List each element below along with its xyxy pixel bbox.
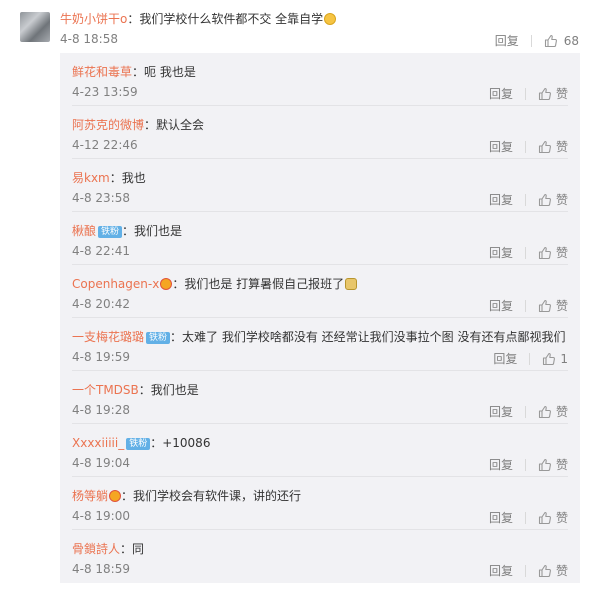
reply-time: 4-8 19:04 [72,456,130,470]
reply-button[interactable]: 回复 [489,297,513,314]
reply-time: 4-8 22:41 [72,244,130,258]
reply-row: 骨鎖詩人：同 4-8 18:59 回复 赞 [60,530,580,583]
reply-user[interactable]: Copenhagen-x [72,277,159,291]
reply-user[interactable]: 一个TMDSB [72,383,139,397]
divider [524,405,526,418]
like-count[interactable]: 68 [564,34,579,48]
divider [524,564,526,577]
reply-row: 鲜花和毒草：呃 我也是 4-23 13:59 回复 赞 [60,53,580,106]
like-button[interactable]: 赞 [556,562,568,579]
reply-row: 杨等躺 ：我们学校会有软件课，讲的还行 4-8 19:00 回复 赞 [60,477,580,530]
fan-badge[interactable]: 铁粉 [98,226,123,238]
reply-row: 阿苏克的微博：默认全会 4-12 22:46 回复 赞 [60,106,580,159]
like-button[interactable]: 赞 [556,138,568,155]
like-button[interactable]: 赞 [556,85,568,102]
reply-user[interactable]: 鲜花和毒草 [72,65,132,79]
divider [524,458,526,471]
avatar[interactable] [20,12,50,42]
reply-button[interactable]: 回复 [489,191,513,208]
thumbs-up-icon[interactable] [538,87,552,101]
member-emoji-icon [160,278,173,290]
reply-time: 4-12 22:46 [72,138,138,152]
reply-button[interactable]: 回复 [489,244,513,261]
reply-text: ：同 [120,542,145,556]
reply-row: Copenhagen-x ：我们也是 打算暑假自己报班了 4-8 20:42 回复… [60,265,580,318]
reply-text: ：+10086 [150,436,211,450]
person-emoji-icon [345,278,358,290]
reply-text: ：我们学校会有软件课，讲的还行 [121,489,302,503]
reply-time: 4-8 19:59 [72,350,130,364]
divider [530,34,532,47]
top-comment-body: 牛奶小饼干o：我们学校什么软件都不交 全靠自学 [60,10,337,27]
reply-time: 4-8 20:42 [72,297,130,311]
reply-time: 4-23 13:59 [72,85,138,99]
reply-time: 4-8 19:28 [72,403,130,417]
top-comment-actions: 回复 68 [495,32,579,49]
reply-time: 4-8 19:00 [72,509,130,523]
like-button[interactable]: 赞 [556,244,568,261]
reply-user[interactable]: 阿苏克的微博 [72,118,144,132]
reply-button[interactable]: 回复 [489,562,513,579]
reply-text: ：太难了 我们学校啥都没有 还经常让我们没事拉个图 没有还有点鄙视我们 [170,330,566,344]
divider [524,299,526,312]
reply-button[interactable]: 回复 [489,509,513,526]
thumbs-up-icon[interactable] [538,299,552,313]
member-emoji-icon [109,490,122,502]
top-comment-user[interactable]: 牛奶小饼干o [60,12,127,26]
thumbs-up-icon[interactable] [538,193,552,207]
reply-text: ：我们也是 [138,383,199,397]
like-button[interactable]: 赞 [556,297,568,314]
thumbs-up-icon[interactable] [538,564,552,578]
reply-user[interactable]: 楸酿 [72,224,96,238]
reply-user[interactable]: Xxxxiiiii_ [72,436,124,450]
smile-emoji-icon [324,13,337,25]
thumbs-up-icon[interactable] [538,140,552,154]
like-button[interactable]: 赞 [556,191,568,208]
reply-user[interactable]: 骨鎖詩人 [72,542,120,556]
reply-button[interactable]: 回复 [489,85,513,102]
thumbs-up-icon[interactable] [538,405,552,419]
like-button[interactable]: 赞 [556,509,568,526]
divider [524,246,526,259]
reply-row: 一个TMDSB：我们也是 4-8 19:28 回复 赞 [60,371,580,424]
reply-text: ：呃 我也是 [132,65,196,79]
divider [524,140,526,153]
divider [524,193,526,206]
reply-text: ：默认全会 [144,118,205,132]
reply-time: 4-8 23:58 [72,191,130,205]
reply-row: Xxxxiiiii_ 铁粉 ：+10086 4-8 19:04 回复 赞 [60,424,580,477]
reply-text: ：我们也是 [122,224,183,238]
thumbs-up-icon[interactable] [542,352,556,366]
thumbs-up-icon[interactable] [538,511,552,525]
divider [524,87,526,100]
replies-panel: 鲜花和毒草：呃 我也是 4-23 13:59 回复赞 阿苏克的微博：默认全会 4… [60,53,580,583]
reply-button[interactable]: 回复 [489,456,513,473]
like-button[interactable]: 赞 [556,403,568,420]
divider [524,511,526,524]
thumbs-up-icon[interactable] [544,34,558,48]
reply-row: 楸酿 铁粉 ：我们也是 4-8 22:41 回复 赞 [60,212,580,265]
like-count[interactable]: 1 [560,352,568,366]
top-comment-time: 4-8 18:58 [60,32,118,46]
fan-badge[interactable]: 铁粉 [126,438,151,450]
reply-user[interactable]: 一支梅花璐璐 [72,330,144,344]
reply-row: 易kxm：我也 4-8 23:58 回复 赞 [60,159,580,212]
thumbs-up-icon[interactable] [538,246,552,260]
reply-user[interactable]: 杨等躺 [72,489,108,503]
reply-button[interactable]: 回复 [489,138,513,155]
reply-button[interactable]: 回复 [493,350,517,367]
thumbs-up-icon[interactable] [538,458,552,472]
reply-text: ：我也 [109,171,146,185]
reply-button[interactable]: 回复 [489,403,513,420]
reply-user[interactable]: 易kxm [72,171,110,185]
reply-time: 4-8 18:59 [72,562,130,576]
reply-button[interactable]: 回复 [495,32,519,49]
fan-badge[interactable]: 铁粉 [146,332,171,344]
top-comment-text: ：我们学校什么软件都不交 全靠自学 [127,12,324,26]
like-button[interactable]: 赞 [556,456,568,473]
reply-row: 一支梅花璐璐 铁粉 ：太难了 我们学校啥都没有 还经常让我们没事拉个图 没有还有点鄙… [60,318,580,371]
divider [529,352,531,365]
reply-text: ：我们也是 打算暑假自己报班了 [172,277,345,291]
